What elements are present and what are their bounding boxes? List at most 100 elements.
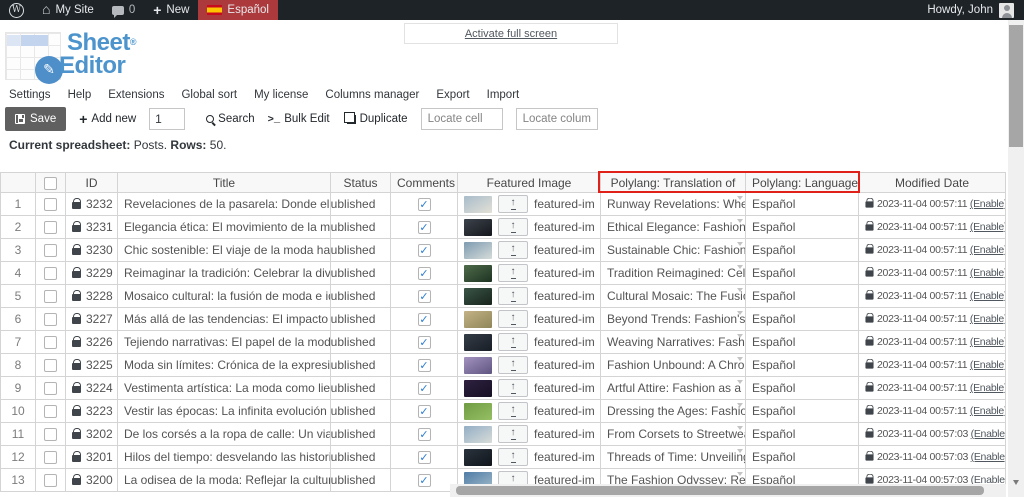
modified-date-cell[interactable]: 2023-11-04 00:57:03 (Enable): [858, 422, 1006, 446]
enable-link[interactable]: (Enable): [970, 382, 1005, 394]
id-cell[interactable]: 3201: [65, 445, 118, 469]
status-cell[interactable]: published: [330, 284, 391, 308]
id-cell[interactable]: 3202: [65, 422, 118, 446]
my-site-menu[interactable]: My Site: [33, 0, 103, 20]
featured-image-cell[interactable]: featured-imag...: [457, 307, 601, 331]
enable-link[interactable]: (Enable): [971, 451, 1005, 463]
comments-cell[interactable]: [390, 307, 458, 331]
language-cell[interactable]: Español: [745, 422, 859, 446]
dropdown-caret-icon[interactable]: [737, 403, 743, 407]
title-cell[interactable]: Mosaico cultural: la fusión de moda e id…: [117, 284, 331, 308]
featured-thumbnail[interactable]: [464, 333, 492, 351]
comments-checkbox[interactable]: [417, 428, 431, 442]
featured-image-cell[interactable]: featured-imag...: [457, 445, 601, 469]
featured-thumbnail[interactable]: [464, 379, 492, 397]
row-select-cell[interactable]: [35, 215, 66, 239]
menu-item-help[interactable]: Help: [68, 89, 92, 101]
comments-cell[interactable]: [390, 238, 458, 262]
select-all-checkbox[interactable]: [44, 176, 57, 190]
id-cell[interactable]: 3223: [65, 399, 118, 423]
comments-checkbox[interactable]: [417, 451, 431, 465]
title-cell[interactable]: Hilos del tiempo: desvelando las histori…: [117, 445, 331, 469]
search-button[interactable]: Search: [206, 113, 255, 125]
modified-date-cell[interactable]: 2023-11-04 00:57:11 (Enable): [858, 192, 1006, 216]
enable-link[interactable]: (Enable): [970, 359, 1005, 371]
menu-item-global-sort[interactable]: Global sort: [181, 89, 237, 101]
locate-cell-input[interactable]: [420, 108, 503, 130]
featured-image-cell[interactable]: featured-imag...: [457, 376, 601, 400]
col-header-polylang-translation-of[interactable]: Polylang: Translation of: [600, 172, 746, 193]
translation-of-cell[interactable]: Beyond Trends: Fashion's Impa...: [600, 307, 746, 331]
translation-of-cell[interactable]: Runway Revelations: Where Ar...: [600, 192, 746, 216]
row-checkbox[interactable]: [44, 267, 57, 281]
dropdown-caret-icon[interactable]: [737, 357, 743, 361]
upload-button[interactable]: [498, 241, 528, 259]
row-select-cell[interactable]: [35, 238, 66, 262]
title-cell[interactable]: Chic sostenible: El viaje de la moda hac…: [117, 238, 331, 262]
menu-item-my-license[interactable]: My license: [254, 89, 308, 101]
row-checkbox[interactable]: [44, 290, 57, 304]
modified-date-cell[interactable]: 2023-11-04 00:57:11 (Enable): [858, 399, 1006, 423]
row-select-cell[interactable]: [35, 422, 66, 446]
id-cell[interactable]: 3225: [65, 353, 118, 377]
status-cell[interactable]: published: [330, 215, 391, 239]
col-header-comments[interactable]: Comments: [390, 172, 458, 193]
modified-date-cell[interactable]: 2023-11-04 00:57:11 (Enable): [858, 353, 1006, 377]
featured-image-cell[interactable]: featured-imag...: [457, 261, 601, 285]
modified-date-cell[interactable]: 2023-11-04 00:57:11 (Enable): [858, 238, 1006, 262]
row-checkbox[interactable]: [44, 428, 57, 442]
featured-thumbnail[interactable]: [464, 356, 492, 374]
language-cell[interactable]: Español: [745, 215, 859, 239]
id-cell[interactable]: 3200: [65, 468, 118, 492]
vertical-scrollbar[interactable]: [1008, 20, 1024, 497]
dropdown-caret-icon[interactable]: [737, 449, 743, 453]
id-cell[interactable]: 3230: [65, 238, 118, 262]
col-header-status[interactable]: Status: [330, 172, 391, 193]
row-checkbox[interactable]: [44, 244, 57, 258]
comments-cell[interactable]: [390, 330, 458, 354]
comments-menu[interactable]: 0: [103, 0, 144, 20]
language-cell[interactable]: Español: [745, 261, 859, 285]
status-cell[interactable]: published: [330, 330, 391, 354]
status-cell[interactable]: published: [330, 353, 391, 377]
dropdown-caret-icon[interactable]: [737, 265, 743, 269]
col-header-id[interactable]: ID: [65, 172, 118, 193]
add-new-button[interactable]: + Add new: [79, 111, 136, 127]
comments-cell[interactable]: [390, 376, 458, 400]
featured-image-cell[interactable]: featured-imag...: [457, 192, 601, 216]
enable-link[interactable]: (Enable): [970, 198, 1005, 210]
title-cell[interactable]: Reimaginar la tradición: Celebrar la div…: [117, 261, 331, 285]
enable-link[interactable]: (Enable): [970, 221, 1005, 233]
row-select-cell[interactable]: [35, 261, 66, 285]
wp-logo-menu[interactable]: [0, 0, 33, 20]
language-cell[interactable]: Español: [745, 445, 859, 469]
enable-link[interactable]: (Enable): [970, 336, 1005, 348]
status-cell[interactable]: published: [330, 238, 391, 262]
enable-link[interactable]: (Enable): [970, 405, 1005, 417]
modified-date-cell[interactable]: 2023-11-04 00:57:11 (Enable): [858, 215, 1006, 239]
row-checkbox[interactable]: [44, 336, 57, 350]
row-checkbox[interactable]: [44, 451, 57, 465]
id-cell[interactable]: 3232: [65, 192, 118, 216]
id-cell[interactable]: 3231: [65, 215, 118, 239]
translation-of-cell[interactable]: Threads of Time: Unveiling the...: [600, 445, 746, 469]
featured-image-cell[interactable]: featured-imag...: [457, 422, 601, 446]
language-cell[interactable]: Español: [745, 284, 859, 308]
row-select-cell[interactable]: [35, 284, 66, 308]
upload-button[interactable]: [498, 356, 528, 374]
dropdown-caret-icon[interactable]: [737, 288, 743, 292]
comments-cell[interactable]: [390, 353, 458, 377]
modified-date-cell[interactable]: 2023-11-04 00:57:03 (Enable): [858, 445, 1006, 469]
vertical-scrollbar-thumb[interactable]: [1009, 25, 1023, 147]
dropdown-caret-icon[interactable]: [737, 380, 743, 384]
featured-thumbnail[interactable]: [464, 310, 492, 328]
featured-thumbnail[interactable]: [464, 448, 492, 466]
comments-checkbox[interactable]: [417, 405, 431, 419]
enable-link[interactable]: (Enable): [970, 244, 1005, 256]
enable-link[interactable]: (Enable): [970, 267, 1005, 279]
title-cell[interactable]: Tejiendo narrativas: El papel de la moda…: [117, 330, 331, 354]
status-cell[interactable]: published: [330, 192, 391, 216]
add-new-count-input[interactable]: [149, 108, 186, 130]
save-button[interactable]: Save: [5, 107, 67, 131]
id-cell[interactable]: 3228: [65, 284, 118, 308]
